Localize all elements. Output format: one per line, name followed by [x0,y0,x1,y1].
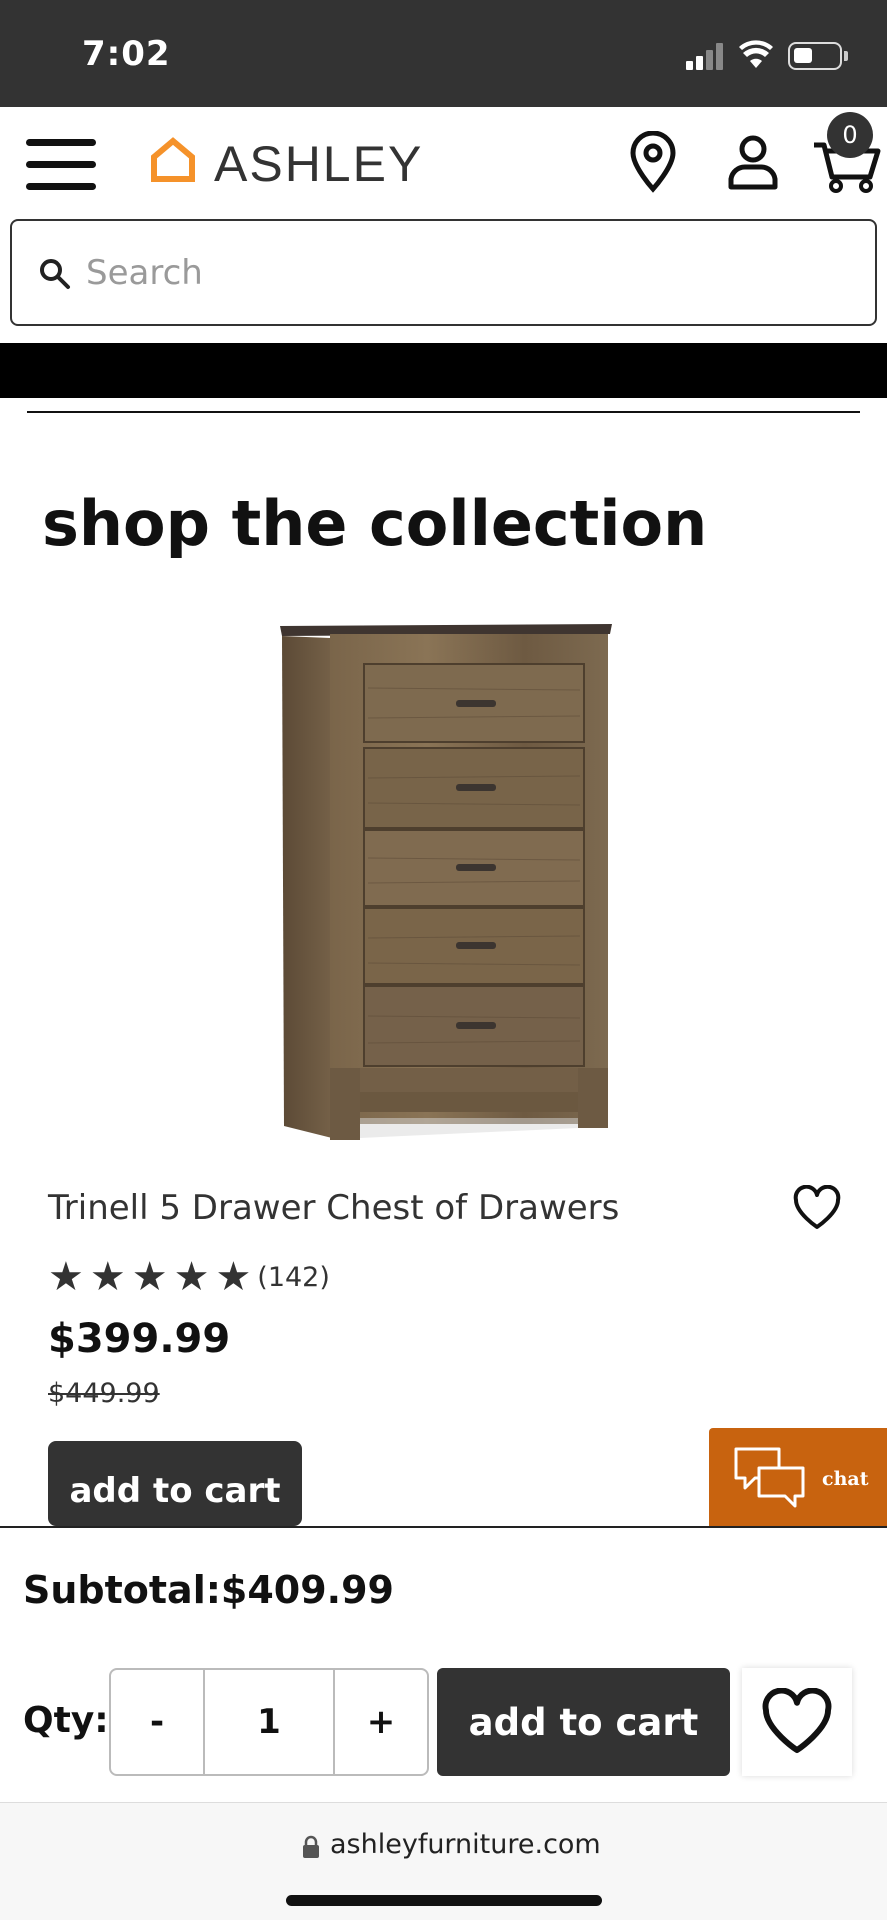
product-was-price: $449.99 [48,1378,160,1409]
lock-icon [303,1835,319,1858]
star-icon: ★ [173,1254,210,1300]
heart-icon [762,1688,832,1754]
ashley-house-logo-icon[interactable] [150,137,196,183]
increase-quantity-button[interactable]: + [335,1670,427,1774]
quantity-input[interactable]: 1 [203,1670,335,1774]
search-icon [40,259,70,289]
store-location-icon[interactable] [623,131,683,193]
add-to-cart-button[interactable]: add to cart [48,1441,302,1526]
menu-icon[interactable] [26,137,96,191]
chat-button[interactable]: chat [709,1428,887,1528]
battery-tip [844,51,848,61]
wifi-icon [739,40,773,68]
divider [27,411,860,413]
review-count[interactable]: (142) [257,1262,330,1293]
qty-label: Qty: [23,1700,109,1741]
chat-label: chat [822,1468,869,1490]
url-text[interactable]: ashleyfurniture.com [330,1829,601,1860]
product-price: $399.99 [48,1316,231,1362]
sticky-cart-bar: Subtotal:$409.99 Qty: - 1 + add to cart [0,1526,887,1802]
subtotal: Subtotal:$409.99 [23,1568,395,1612]
cellular-signal-icon [686,42,726,70]
star-icon: ★ [215,1254,252,1300]
promo-banner [0,343,887,398]
browser-url-bar[interactable]: ashleyfurniture.com [0,1802,887,1920]
heart-icon[interactable] [792,1185,842,1231]
status-bar: 7:02 [0,0,887,107]
star-icon: ★ [48,1254,84,1300]
battery-icon [788,42,842,70]
section-title: shop the collection [42,487,708,560]
star-icon: ★ [89,1254,126,1300]
product-image[interactable] [270,618,620,1148]
account-icon[interactable] [723,131,783,193]
cart-count-badge[interactable]: 0 [827,112,873,158]
search-box[interactable] [10,219,877,326]
sticky-wishlist-button[interactable] [742,1668,852,1776]
product-rating: ★ ★ ★ ★ ★ (142) [48,1255,330,1299]
chat-bubbles-icon [734,1447,805,1508]
product-name[interactable]: Trinell 5 Drawer Chest of Drawers [48,1188,619,1228]
star-icon: ★ [131,1254,168,1300]
site-header: ASHLEY [0,107,887,215]
status-time: 7:02 [82,34,171,74]
quantity-stepper: - 1 + [109,1668,429,1776]
sticky-add-to-cart-button[interactable]: add to cart [437,1668,730,1776]
decrease-quantity-button[interactable]: - [111,1670,203,1774]
search-input[interactable] [86,241,846,305]
home-indicator[interactable] [286,1895,602,1906]
brand-logo-text[interactable]: ASHLEY [214,135,423,193]
